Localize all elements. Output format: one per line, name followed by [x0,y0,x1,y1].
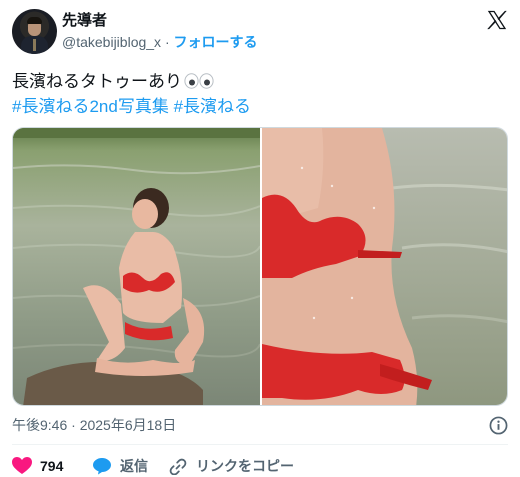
like-count: 794 [40,458,64,474]
copy-link-label: リンクをコピー [196,458,294,474]
tweet-body: 長濱ねるタトゥーあり [12,72,182,91]
handle-row: @takebijiblog_x · フォローする [62,33,258,51]
copy-link-button[interactable]: リンクをコピー [168,456,294,476]
post-timestamp[interactable]: 午後9:46 · 2025年6月18日 [12,416,176,434]
eyes-emoji-icon [184,73,214,89]
hashtag-link[interactable]: #長濱ねる [174,97,251,116]
reply-button[interactable]: 返信 [92,456,148,476]
reply-label: 返信 [120,458,148,474]
link-icon [169,458,187,475]
like-button[interactable]: 794 [12,456,63,476]
hashtag-line: #長濱ねる2nd写真集 #長濱ねる [12,94,251,119]
tweet-text-line: 長濱ねるタトゥーあり [12,69,251,94]
handle-separator: · [164,34,170,50]
photo-left[interactable] [13,128,260,406]
hashtag-link[interactable]: #長濱ねる2nd写真集 [12,97,169,116]
heart-icon [12,457,32,474]
user-handle[interactable]: @takebijiblog_x [62,34,161,50]
info-icon[interactable] [489,416,508,435]
divider [12,444,508,445]
media-grid [12,127,508,406]
embedded-post-card: 先導者 @takebijiblog_x · フォローする 長濱ねるタトゥーあり … [0,0,520,477]
photo-right[interactable] [262,128,508,406]
reply-bubble-icon [93,458,111,475]
avatar[interactable] [12,9,57,54]
x-logo-icon[interactable] [486,9,508,31]
follow-button[interactable]: フォローする [174,34,258,50]
user-display-name[interactable]: 先導者 [62,12,107,30]
tweet-text: 長濱ねるタトゥーあり #長濱ねる2nd写真集 #長濱ねる [12,69,251,119]
